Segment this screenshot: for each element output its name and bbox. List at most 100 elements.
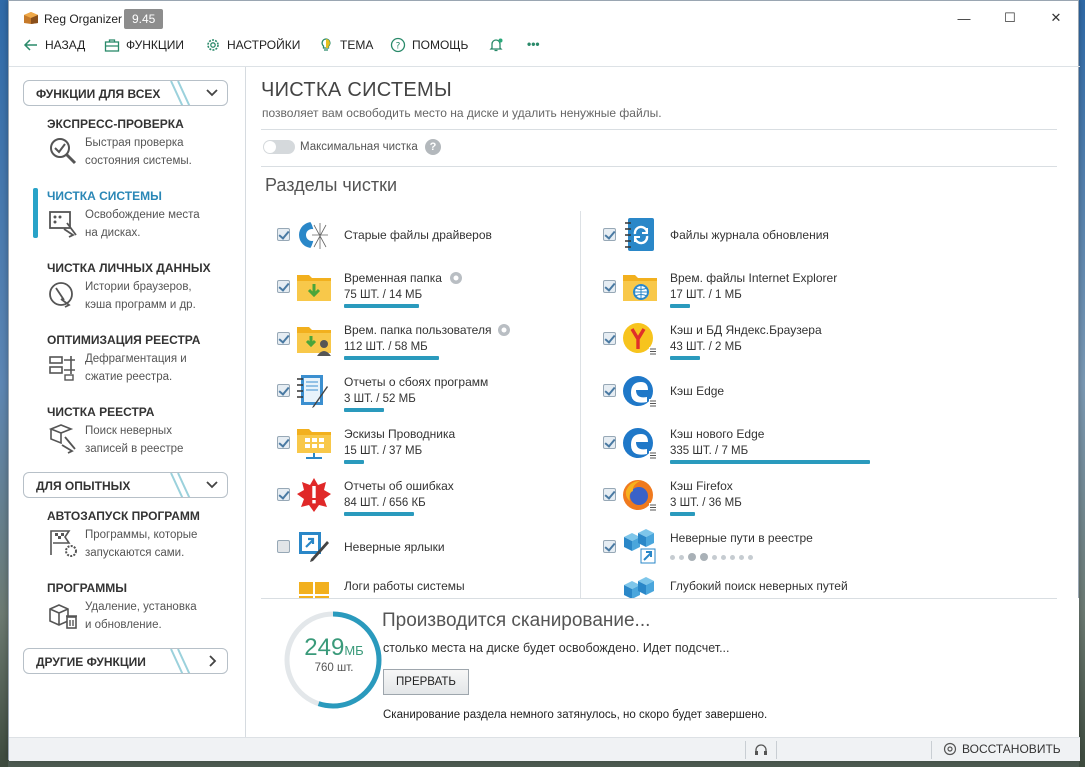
group-for-advanced[interactable]: ДЛЯ ОПЫТНЫХ	[23, 472, 228, 498]
arrow-left-icon	[23, 39, 37, 51]
group-other-functions[interactable]: ДРУГИЕ ФУНКЦИИ	[23, 648, 228, 674]
checkbox[interactable]	[277, 280, 290, 293]
checkbox[interactable]	[277, 228, 290, 241]
item-name: Кэш Firefox	[670, 479, 733, 493]
gear-icon	[207, 39, 219, 51]
restore-gear-icon	[943, 742, 957, 756]
checkbox[interactable]	[603, 228, 616, 241]
clean-item-user-temp[interactable]: Врем. папка пользователя 112 ШТ. / 58 МБ	[277, 319, 577, 360]
folder-ie-icon	[623, 275, 657, 301]
version-badge: 9.45	[124, 9, 164, 29]
main-panel: ЧИСТКА СИСТЕМЫ позволяет вам освободить …	[247, 67, 1079, 737]
checkbox[interactable]	[277, 384, 290, 397]
item-progress-bar	[344, 408, 384, 412]
sidebar-item-registry-clean[interactable]: ЧИСТКА РЕЕСТРА Поиск неверных записей в р…	[47, 405, 237, 455]
item-name: Эскизы Проводника	[344, 427, 456, 441]
item-name: Временная папка	[344, 271, 442, 285]
checkbox[interactable]	[277, 436, 290, 449]
checkbox[interactable]	[603, 436, 616, 449]
checkbox[interactable]	[603, 540, 616, 553]
clean-item-crash-reports[interactable]: Отчеты о сбоях программ 3 ШТ. / 52 МБ	[277, 371, 577, 412]
column-divider	[580, 211, 581, 598]
group-functions-for-all[interactable]: ФУНКЦИИ ДЛЯ ВСЕХ	[23, 80, 228, 106]
windows-logo-icon	[299, 582, 329, 598]
stop-button[interactable]: ПРЕРВАТЬ	[383, 669, 469, 695]
help-label: ПОМОЩЬ	[412, 38, 469, 52]
sidebar-item-system-clean[interactable]: ЧИСТКА СИСТЕМЫ Освобождение места на диск…	[47, 189, 237, 239]
item-stat: 17 ШТ. / 1 МБ	[670, 289, 742, 301]
sidebar-item-title: ПРОГРАММЫ	[47, 581, 127, 595]
notifications-button[interactable]	[488, 37, 504, 53]
item-name: Кэш и БД Яндекс.Браузера	[670, 323, 822, 337]
minimize-button[interactable]: —	[941, 5, 987, 31]
item-progress-bar	[670, 356, 700, 360]
chevron-down-icon	[206, 89, 218, 97]
item-name: Старые файлы драйверов	[344, 228, 492, 242]
gear-icon[interactable]	[496, 322, 512, 338]
clean-item-explorer-thumbs[interactable]: Эскизы Проводника 15 ШТ. / 37 МБ	[277, 423, 577, 464]
sidebar-item-programs[interactable]: ПРОГРАММЫ Удаление, установка и обновлени…	[47, 581, 237, 631]
sidebar-item-autorun[interactable]: АВТОЗАПУСК ПРОГРАММ Программы, которые за…	[47, 509, 237, 559]
checkbox[interactable]	[277, 488, 290, 501]
app-title: Reg Organizer	[44, 12, 123, 26]
clean-item-system-logs[interactable]: Логи работы системы	[277, 575, 577, 598]
clean-item-edge-cache[interactable]: Кэш Edge	[603, 371, 903, 411]
max-clean-toggle[interactable]	[263, 140, 295, 154]
clean-item-update-logs[interactable]: Файлы журнала обновления	[603, 215, 903, 255]
flag-gear-icon	[50, 530, 77, 557]
clean-item-bad-registry-paths[interactable]: Неверные пути в реестре	[603, 527, 903, 567]
item-name: Неверные пути в реестре	[670, 531, 813, 545]
clean-item-temp-folder[interactable]: Временная папка 75 ШТ. / 14 МБ	[277, 267, 577, 308]
sidebar-item-express-check[interactable]: ЭКСПРЕСС-ПРОВЕРКА Быстрая проверка состоя…	[47, 117, 237, 167]
theme-button[interactable]: ТЕМА	[318, 37, 373, 53]
checkbox[interactable]	[277, 332, 290, 345]
help-button[interactable]: ? ПОМОЩЬ	[390, 37, 468, 53]
checkbox[interactable]	[603, 332, 616, 345]
registry-cubes-icon	[624, 577, 654, 598]
svg-text:?: ?	[396, 42, 401, 52]
checkbox[interactable]	[603, 488, 616, 501]
sidebar-item-registry-optimize[interactable]: ОПТИМИЗАЦИЯ РЕЕСТРА Дефрагментация и сжат…	[47, 333, 237, 383]
back-label: НАЗАД	[45, 38, 86, 52]
clean-item-error-reports[interactable]: Отчеты об ошибках 84 ШТ. / 656 КБ	[277, 475, 577, 516]
status-divider	[931, 741, 932, 759]
functions-button[interactable]: ФУНКЦИИ	[104, 37, 184, 53]
settings-button[interactable]: НАСТРОЙКИ	[205, 37, 300, 53]
more-button[interactable]: •••	[527, 37, 540, 51]
magnifier-check-icon	[50, 138, 77, 165]
scan-note: Сканирование раздела немного затянулось,…	[383, 709, 768, 721]
sidebar-item-private-data[interactable]: ЧИСТКА ЛИЧНЫХ ДАННЫХ Истории браузеров, к…	[47, 261, 237, 311]
status-divider	[745, 741, 746, 759]
toolbox-icon	[104, 39, 120, 52]
checkbox[interactable]	[603, 280, 616, 293]
clean-item-ie-temp[interactable]: Врем. файлы Internet Explorer 17 ШТ. / 1…	[603, 267, 903, 308]
scan-title: Производится сканирование...	[382, 610, 651, 631]
clean-item-deep-registry-scan[interactable]: Глубокий поиск неверных путей	[603, 575, 903, 598]
clean-item-new-edge-cache[interactable]: Кэш нового Edge 335 ШТ. / 7 МБ	[603, 423, 903, 464]
restore-button[interactable]: ВОССТАНОВИТЬ	[943, 742, 1061, 756]
folder-thumbnails-icon	[297, 429, 331, 459]
clean-item-bad-shortcuts[interactable]: Неверные ярлыки	[277, 527, 577, 567]
clean-item-old-drivers[interactable]: Старые файлы драйверов	[277, 215, 577, 255]
checkbox[interactable]	[603, 384, 616, 397]
error-burst-icon	[297, 478, 331, 512]
maximize-button[interactable]: ☐	[987, 5, 1033, 31]
headset-icon[interactable]	[754, 743, 768, 757]
active-indicator	[33, 188, 38, 238]
registry-broom-icon	[48, 424, 76, 454]
close-button[interactable]: ✕	[1033, 5, 1079, 31]
clean-item-firefox-cache[interactable]: Кэш Firefox 3 ШТ. / 36 МБ	[603, 475, 903, 516]
clean-item-yandex-cache[interactable]: Кэш и БД Яндекс.Браузера 43 ШТ. / 2 МБ	[603, 319, 903, 360]
notebook-refresh-icon	[625, 218, 654, 251]
item-stat: 43 ШТ. / 2 МБ	[670, 341, 742, 353]
item-stat: 84 ШТ. / 656 КБ	[344, 497, 426, 509]
checkbox[interactable]	[277, 540, 290, 553]
scan-size: 249МБ	[304, 634, 364, 661]
shortcut-wrench-icon	[299, 532, 329, 562]
max-clean-label: Максимальная чистка	[300, 141, 418, 153]
gear-icon[interactable]	[448, 270, 464, 286]
scan-count: 760 шт.	[314, 662, 354, 674]
back-button[interactable]: НАЗАД	[23, 37, 85, 53]
sidebar-item-desc: Освобождение места на дисках.	[85, 209, 200, 239]
question-icon[interactable]: ?	[425, 139, 441, 155]
